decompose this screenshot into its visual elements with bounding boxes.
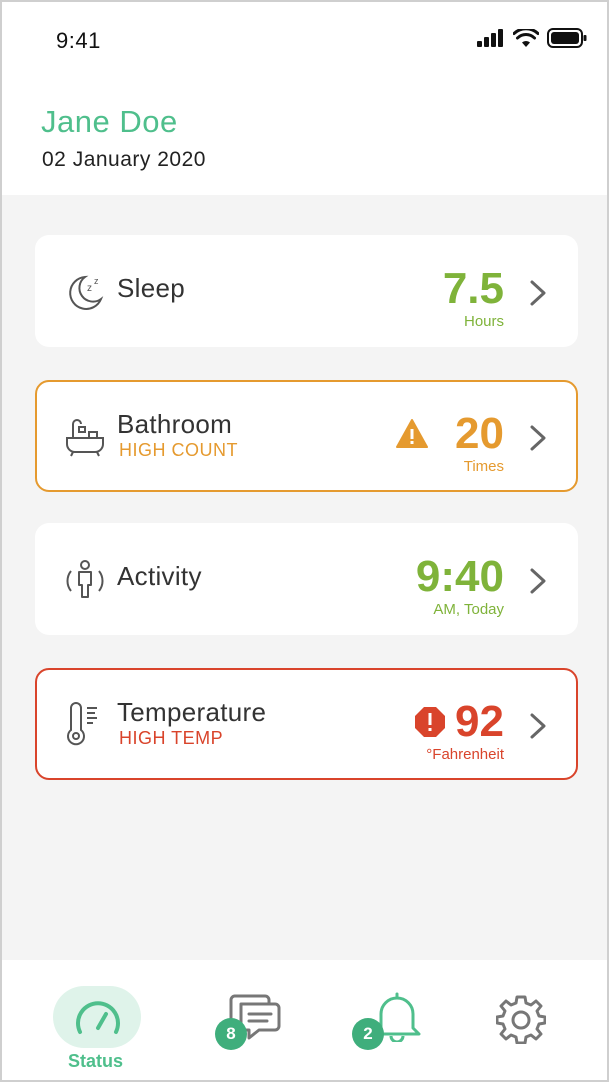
card-unit: Hours bbox=[463, 313, 504, 330]
activity-card[interactable]: Activity 9:40 AM, Today bbox=[35, 523, 578, 635]
card-value: 20 bbox=[455, 409, 504, 458]
svg-text:z: z bbox=[94, 276, 99, 286]
nav-status[interactable]: Status bbox=[42, 960, 154, 1080]
alert-octagon-icon bbox=[415, 707, 445, 737]
svg-text:z: z bbox=[87, 283, 92, 294]
bathroom-card[interactable]: Bathroom HIGH COUNT 20 Times bbox=[35, 380, 578, 492]
card-status-label: HIGH TEMP bbox=[119, 728, 224, 748]
card-unit: °Fahrenheit bbox=[426, 746, 504, 763]
wifi-icon bbox=[513, 28, 539, 47]
nav-alerts[interactable]: 2 bbox=[347, 960, 432, 1080]
card-value: 7.5 bbox=[442, 264, 504, 313]
card-value: 92 bbox=[455, 697, 504, 746]
nav-messages[interactable]: 8 bbox=[207, 960, 287, 1080]
battery-icon bbox=[547, 28, 587, 48]
bottom-nav: Status 8 2 bbox=[2, 960, 607, 1080]
gauge-icon bbox=[76, 1001, 120, 1034]
chevron-right-icon bbox=[530, 568, 546, 594]
thermometer-icon bbox=[67, 702, 97, 746]
card-title: Temperature bbox=[117, 697, 267, 727]
sleep-card[interactable]: z z Sleep 7.5 Hours bbox=[35, 235, 578, 347]
app-screen: 9:41 Jane Doe 02 January 2020 z z Sleep … bbox=[0, 0, 609, 1082]
card-title: Bathroom bbox=[117, 409, 233, 439]
chevron-right-icon bbox=[530, 425, 546, 451]
chevron-right-icon bbox=[530, 713, 546, 739]
user-name: Jane Doe bbox=[41, 104, 178, 139]
card-unit: AM, Today bbox=[433, 601, 504, 618]
card-value: 9:40 bbox=[415, 552, 504, 601]
warning-icon bbox=[396, 419, 428, 448]
messages-badge: 8 bbox=[215, 1018, 247, 1050]
status-icons bbox=[477, 28, 587, 48]
header: 9:41 Jane Doe 02 January 2020 bbox=[2, 2, 607, 195]
current-date: 02 January 2020 bbox=[42, 148, 206, 171]
gear-icon bbox=[496, 995, 546, 1044]
moon-sleep-icon: z z bbox=[69, 275, 104, 310]
chevron-right-icon bbox=[530, 280, 546, 306]
nav-settings[interactable] bbox=[492, 960, 552, 1080]
alerts-badge: 2 bbox=[352, 1018, 384, 1050]
bathtub-icon bbox=[66, 419, 104, 457]
cellular-signal-icon bbox=[477, 29, 503, 47]
temperature-card[interactable]: Temperature HIGH TEMP 92 °Fahrenheit bbox=[35, 668, 578, 780]
person-activity-icon bbox=[66, 560, 104, 598]
card-title: Activity bbox=[117, 561, 202, 591]
card-status-label: HIGH COUNT bbox=[119, 440, 238, 460]
card-title: Sleep bbox=[117, 273, 185, 303]
nav-status-label: Status bbox=[68, 1051, 124, 1071]
status-time: 9:41 bbox=[56, 28, 101, 53]
card-unit: Times bbox=[463, 458, 504, 475]
